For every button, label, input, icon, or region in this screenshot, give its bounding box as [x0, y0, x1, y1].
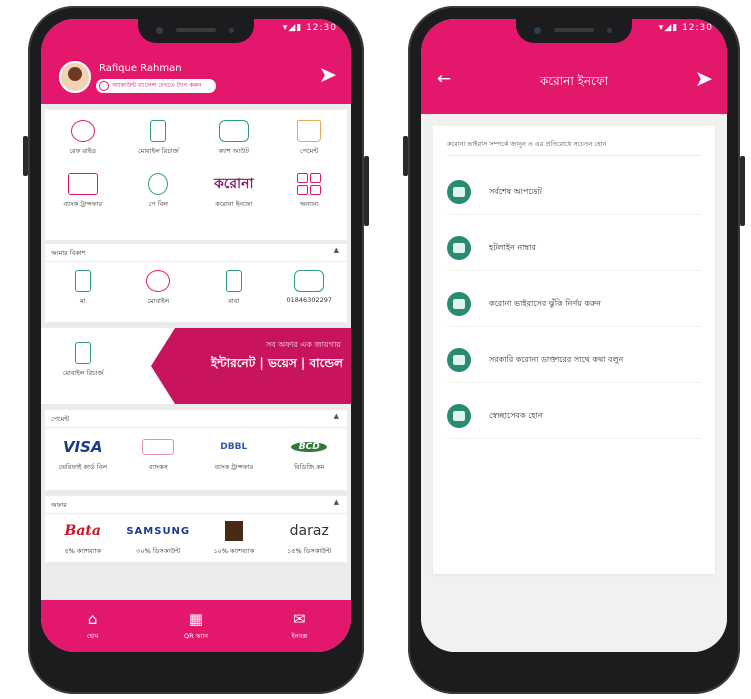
my-send-section: আমার বিকাশ ▲ মা মোবাইল বাবা 01846302297 [45, 244, 347, 322]
volume-button [23, 136, 28, 176]
offer-item-1[interactable]: SAMSUNG ৩০% ডিসকাউন্ট [121, 520, 197, 557]
send-contact-1[interactable]: মোবাইল [121, 270, 197, 307]
status-bar: ▾◢▮ 12:30 [282, 23, 337, 33]
send-contact-0[interactable]: মা [45, 270, 121, 307]
mobile-icon [74, 270, 91, 292]
quick-action-4[interactable]: ব্যাংক ট্রান্সফার [45, 173, 121, 210]
bird-logo-icon: ➤ [318, 63, 337, 88]
mobile-recharge-icon [75, 342, 91, 364]
offer-item-3[interactable]: daraz ১৫% ডিসকাউন্ট [272, 520, 348, 557]
mail-icon: ✉ [293, 609, 306, 628]
nav-inbox[interactable]: ✉ ইনবক্স [269, 611, 329, 642]
quick-action-5[interactable]: পে বিল [121, 173, 197, 210]
section-header[interactable]: আমার বিকাশ ▲ [45, 244, 347, 262]
left-phone: ▾◢▮ 12:30 Rafique Rahman অ্যাকাউন্ট ব্যা… [23, 6, 369, 694]
intro-text: করোনা ভাইরাস সম্পর্কে জানুন ও এর প্রতিরো… [447, 140, 701, 156]
coin-transfer-icon [70, 120, 95, 142]
left-screen: ▾◢▮ 12:30 Rafique Rahman অ্যাকাউন্ট ব্যা… [41, 19, 351, 652]
info-card-icon [447, 292, 471, 316]
list-item[interactable]: সরকারি করোনা ডাক্তারের সাথে কথা বলুন [447, 342, 701, 383]
quick-action-3[interactable]: পেমেন্ট [272, 120, 348, 157]
chevron-up-icon: ▲ [333, 246, 339, 254]
corona-info-card: করোনা ভাইরাস সম্পর্কে জানুন ও এর প্রতিরো… [433, 126, 715, 574]
payment-item-2[interactable]: DBBL ব্যাংক ট্রান্সফার [196, 436, 272, 473]
corona-info-body: করোনা ভাইরাস সম্পর্কে জানুন ও এর প্রতিরো… [421, 114, 727, 652]
visa-logo: VISA [62, 438, 103, 456]
user-name: Rafique Rahman [99, 63, 182, 74]
section-header[interactable]: পেমেন্ট ▲ [45, 410, 347, 428]
bird-logo-icon: ➤ [694, 67, 713, 92]
payment-item-0[interactable]: VISA ভেরিফাই কার্ড বিল [45, 436, 121, 473]
dbbl-logo: DBBL [220, 442, 248, 452]
chevron-up-icon: ▲ [333, 412, 339, 420]
chevron-up-icon: ▲ [333, 498, 339, 506]
daraz-logo: daraz [289, 523, 329, 539]
qr-scan-icon: ▦ [188, 609, 204, 628]
quick-action-6[interactable]: করোনা করোনা ইনফো [196, 173, 272, 210]
avatar[interactable] [59, 61, 91, 93]
power-button [740, 156, 745, 226]
info-card-icon [447, 236, 471, 260]
status-bar: ▾◢▮ 12:30 [658, 23, 713, 33]
corona-info-logo: করোনা [213, 176, 254, 192]
payment-item-3[interactable]: BCD বিডিজি.কম [272, 436, 348, 473]
payment-item-1[interactable]: ব্যাংকস [121, 436, 197, 473]
list-item[interactable]: সর্বশেষ আপডেট [447, 174, 701, 215]
cash-out-icon [294, 270, 325, 292]
mobile-icon [225, 270, 242, 292]
home-body: রেফ রাইড মোবাইল রিচার্জ ক্যাশ আউট পেমেন্… [41, 104, 351, 600]
volume-button [403, 136, 408, 176]
offers-section: অফার ▲ Bata ৫% ক্যাশব্যাক SAMSUNG ৩০% ডিসকা… [45, 496, 347, 562]
bottom-nav: ⌂ হোম ▦ QR স্ক্যান ✉ ইনবক্স [41, 600, 351, 652]
section-header[interactable]: অফার ▲ [45, 496, 347, 514]
notch [138, 19, 254, 43]
bcd-logo: BCD [272, 436, 348, 458]
shopping-bag-icon [297, 120, 322, 142]
list-item[interactable]: স্বেচ্ছাসেবক হোন [447, 398, 701, 439]
quick-actions: রেফ রাইড মোবাইল রিচার্জ ক্যাশ আউট পেমেন্… [45, 110, 347, 240]
quick-action-2[interactable]: ক্যাশ আউট [196, 120, 272, 157]
bank-cards-icon [121, 436, 197, 458]
banner-left: মোবাইল রিচার্জ [53, 342, 113, 379]
banner-line1: সব অফার এক জায়গায় [265, 340, 341, 349]
bata-logo: Bata [64, 523, 101, 539]
send-contact-2[interactable]: বাবা [196, 270, 272, 307]
quick-action-0[interactable]: রেফ রাইড [45, 120, 121, 157]
home-icon: ⌂ [87, 609, 98, 628]
payment-section: পেমেন্ট ▲ VISA ভেরিফাই কার্ড বিল ব্যাংকস D… [45, 410, 347, 490]
offer-item-0[interactable]: Bata ৫% ক্যাশব্যাক [45, 520, 121, 557]
bulb-bill-icon [148, 173, 169, 195]
list-item[interactable]: হটলাইন নাম্বার [447, 230, 701, 271]
nav-qr-scan[interactable]: ▦ QR স্ক্যান [166, 611, 226, 642]
info-card-icon [447, 180, 471, 204]
page-title: করোনা ইনফো [539, 74, 609, 88]
promo-banner[interactable]: মোবাইল রিচার্জ সব অফার এক জায়গায় ইন্টা… [41, 328, 351, 404]
offer-item-2[interactable]: ১০% ক্যাশব্যাক [196, 520, 272, 557]
info-card-icon [447, 404, 471, 428]
right-phone: ▾◢▮ 12:30 ← করোনা ইনফো ➤ করোনা ভাইরাস সম… [403, 6, 745, 694]
send-contact-3[interactable]: 01846302297 [272, 270, 348, 307]
cash-out-icon [218, 120, 249, 142]
banner-line2: ইন্টারনেট | ভয়েস | বান্ডেল [210, 356, 343, 370]
power-button [364, 156, 369, 226]
balance-pill[interactable]: অ্যাকাউন্ট ব্যালেন্স দেখতে ট্যাপ করুন [96, 79, 216, 93]
info-card-icon [447, 348, 471, 372]
mobile-recharge-icon [150, 120, 167, 142]
nav-home[interactable]: ⌂ হোম [63, 611, 123, 642]
quick-action-1[interactable]: মোবাইল রিচার্জ [121, 120, 197, 157]
brand-logo [196, 520, 272, 542]
list-item[interactable]: করোনা ভাইরাসের ঝুঁকি নির্ণয় করুন [447, 286, 701, 327]
notch [516, 19, 632, 43]
samsung-logo: SAMSUNG [126, 525, 191, 537]
coin-transfer-icon [146, 270, 171, 292]
right-screen: ▾◢▮ 12:30 ← করোনা ইনফো ➤ করোনা ভাইরাস সম… [421, 19, 727, 652]
more-tiles-icon [297, 173, 322, 195]
bank-card-icon [67, 173, 98, 195]
quick-action-7[interactable]: অন্যান্য [272, 173, 348, 210]
